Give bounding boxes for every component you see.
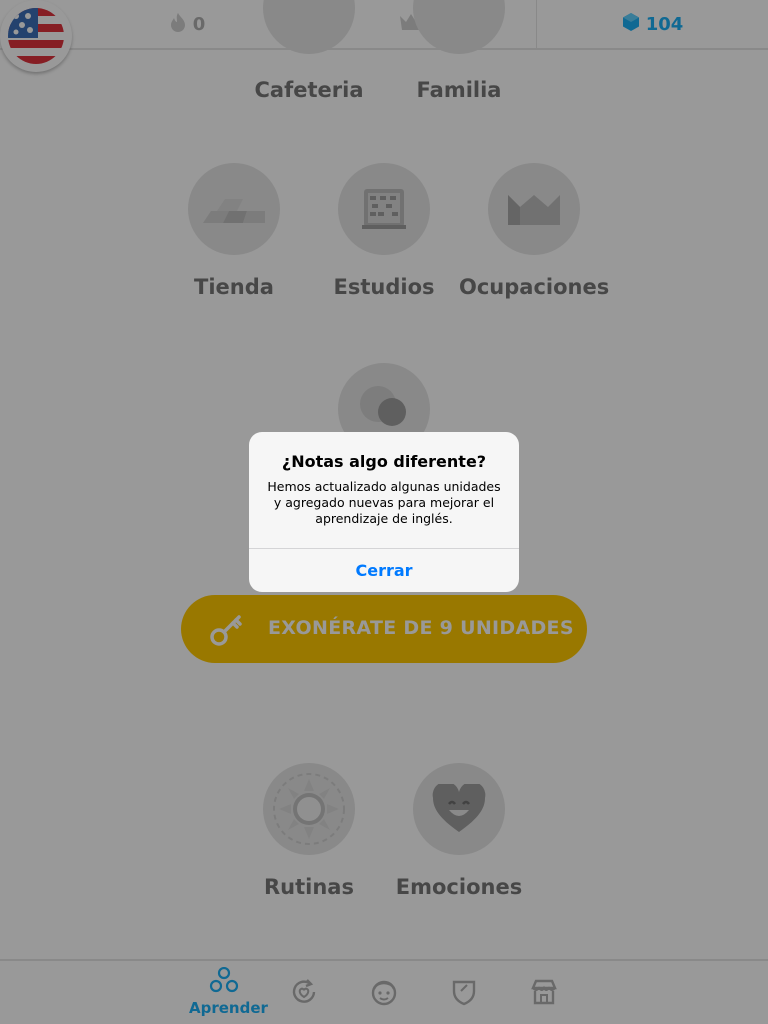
dialog-message: Hemos actualizado algunas unidades y agr… <box>267 479 501 526</box>
close-button[interactable]: Cerrar <box>249 549 519 592</box>
alert-dialog: ¿Notas algo diferente? Hemos actualizado… <box>249 432 519 592</box>
dialog-title: ¿Notas algo diferente? <box>281 452 487 471</box>
